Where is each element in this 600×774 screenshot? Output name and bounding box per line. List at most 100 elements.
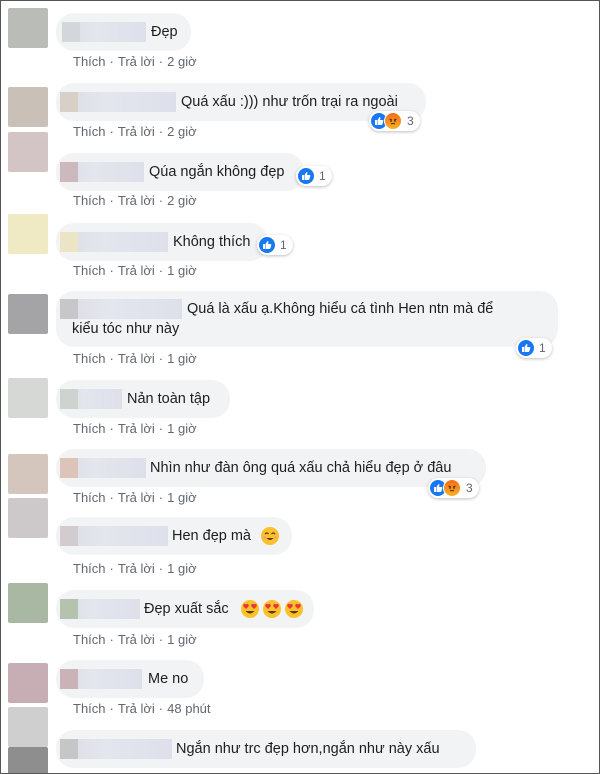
avatar[interactable] [8,87,48,127]
commenter-name-blurred[interactable] [60,162,144,182]
timestamp: 2 giờ [167,54,197,69]
timestamp: 1 giờ [167,561,197,576]
like-link[interactable]: Thích [73,54,106,69]
like-link[interactable]: Thích [73,561,106,576]
comment-actions: Thích · Trả lời · 48 phút [73,701,211,716]
comment-bubble: Qúa ngắn không đẹp [56,153,304,191]
reply-link[interactable]: Trả lời [118,421,155,436]
reply-link[interactable]: Trả lời [118,351,155,366]
comment-actions: Thích · Trả lời · 1 giờ [73,490,197,505]
reaction-count: 3 [466,481,473,495]
reply-link[interactable]: Trả lời [118,263,155,278]
reply-link[interactable]: Trả lời [118,193,155,208]
commenter-name-blurred[interactable] [60,232,168,252]
commenter-name-blurred[interactable] [60,299,182,319]
commenter-name-blurred[interactable] [60,526,168,546]
smiling-face-icon [260,526,280,552]
like-link[interactable]: Thích [73,263,106,278]
comment-bubble: Quá là xấu ạ.Không hiểu cá tình Hen ntn … [56,291,558,347]
reaction-summary[interactable]: 1 [257,235,293,255]
heart-eyes-icon [240,599,304,619]
comment-text: Quá xấu :))) như trốn trại ra ngoài [181,94,398,110]
reply-link[interactable]: Trả lời [118,490,155,505]
comment-text: Hen đẹp mà [172,528,251,544]
timestamp: 1 giờ [167,263,197,278]
comment-text: Đẹp [151,24,178,40]
comment-text: Nhìn như đàn ông quá xấu chả hiểu đẹp ở … [150,460,452,476]
reply-link[interactable]: Trả lời [118,701,155,716]
commenter-name-blurred[interactable] [60,389,122,409]
comment-text: Me no [148,671,189,687]
comment-bubble: Ngắn như trc đẹp hơn,ngắn như này xấu [56,730,476,768]
reply-link[interactable]: Trả lời [118,632,155,647]
reaction-count: 1 [539,341,546,355]
comment-actions: Thích · Trả lời · 1 giờ [73,351,197,366]
like-link[interactable]: Thích [73,490,106,505]
avatar[interactable] [8,132,48,172]
commenter-name-blurred[interactable] [60,669,142,689]
avatar[interactable] [8,707,48,747]
comment-text: Nản toàn tập [127,391,211,407]
comment-text: Đẹp xuất sắc [144,601,229,617]
angry-face-icon [384,112,402,130]
timestamp: 2 giờ [167,193,197,208]
reply-link[interactable]: Trả lời [118,124,155,139]
angry-face-icon [443,479,461,497]
reaction-count: 1 [319,169,326,183]
like-link[interactable]: Thích [73,124,106,139]
comment-bubble: Me no [56,660,204,698]
comment-bubble: Không thích [56,223,268,261]
thumbs-up-icon [518,340,534,356]
timestamp: 1 giờ [167,632,197,647]
reaction-summary[interactable]: 3 [428,478,479,498]
comment-bubble: Hen đẹp mà [56,517,292,555]
comment-thread: Đẹp Thích · Trả lời · 2 giờ Quá xấu :))) như… [0,0,600,774]
comment-text-line2: kiểu tóc như này [72,321,180,337]
timestamp: 48 phút [167,701,211,716]
reaction-summary[interactable]: 1 [516,338,552,358]
commenter-name-blurred[interactable] [62,22,146,42]
comment-bubble: Nhìn như đàn ông quá xấu chả hiểu đẹp ở … [56,449,486,487]
comment-text: Ngắn như trc đẹp hơn,ngắn như này xấu [176,741,440,757]
avatar[interactable] [8,8,48,48]
reaction-count: 1 [280,238,287,252]
avatar[interactable] [8,583,48,623]
avatar[interactable] [8,747,48,773]
comment-actions: Thích · Trả lời · 2 giờ [73,193,197,208]
comment-text-line1: Quá là xấu ạ.Không hiểu cá tình Hen ntn … [187,301,494,317]
thumbs-up-icon [259,237,275,253]
avatar[interactable] [8,663,48,703]
like-link[interactable]: Thích [73,421,106,436]
comment-bubble: Đẹp [56,13,191,51]
reaction-summary[interactable]: 3 [369,111,420,131]
comment-text: Không thích [173,234,251,250]
timestamp: 1 giờ [167,421,197,436]
comment-actions: Thích · Trả lời · 1 giờ [73,561,197,576]
avatar[interactable] [8,454,48,494]
comment-text: Qúa ngắn không đẹp [149,164,285,180]
like-link[interactable]: Thích [73,701,106,716]
commenter-name-blurred[interactable] [60,599,140,619]
avatar[interactable] [8,294,48,334]
timestamp: 1 giờ [167,351,197,366]
thumbs-up-icon [298,168,314,184]
like-link[interactable]: Thích [73,632,106,647]
avatar[interactable] [8,378,48,418]
comment-actions: Thích · Trả lời · 2 giờ [73,124,197,139]
commenter-name-blurred[interactable] [60,92,176,112]
commenter-name-blurred[interactable] [60,739,172,759]
timestamp: 2 giờ [167,124,197,139]
avatar[interactable] [8,498,48,538]
reaction-summary[interactable]: 1 [296,166,332,186]
like-link[interactable]: Thích [73,351,106,366]
commenter-name-blurred[interactable] [60,458,146,478]
avatar[interactable] [8,214,48,254]
like-link[interactable]: Thích [73,193,106,208]
comment-bubble: Đẹp xuất sắc [56,590,314,628]
comment-actions: Thích · Trả lời · 1 giờ [73,632,197,647]
reply-link[interactable]: Trả lời [118,561,155,576]
comment-actions: Thích · Trả lời · 1 giờ [73,421,197,436]
reply-link[interactable]: Trả lời [118,54,155,69]
comment-actions: Thích · Trả lời · 2 giờ [73,54,197,69]
comment-bubble: Nản toàn tập [56,380,230,418]
